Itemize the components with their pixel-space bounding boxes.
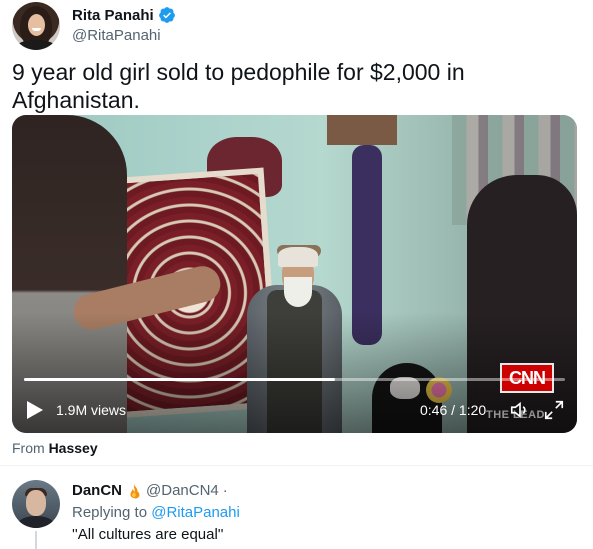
video-frame: [12, 115, 577, 433]
reply-avatar-face: [26, 490, 46, 516]
video-progress-fill: [24, 378, 336, 381]
tweet-text: 9 year old girl sold to pedophile for $2…: [12, 59, 465, 113]
avatar-face: [28, 14, 45, 36]
from-source-link[interactable]: Hassey: [49, 440, 98, 456]
reply-handle[interactable]: @DanCN4: [146, 482, 219, 499]
reply-header: DanCN @DanCN4 ·: [72, 482, 228, 499]
video-player[interactable]: CNN THE LEAD 1.9M views 0:46 / 1:20: [12, 115, 577, 433]
verified-badge-icon: [158, 7, 175, 23]
fire-emoji-icon: [130, 483, 140, 498]
replying-prefix: Replying to: [72, 504, 148, 521]
from-prefix: From: [12, 440, 45, 456]
replying-to-link[interactable]: @RitaPanahi: [151, 504, 240, 521]
avatar-shoulder: [16, 40, 56, 50]
reply-separator: ·: [222, 482, 228, 499]
replying-to-line: Replying to @RitaPanahi: [72, 504, 240, 521]
author-name-line: Rita Panahi: [72, 6, 176, 24]
author-avatar[interactable]: [12, 2, 60, 50]
video-progress-bar[interactable]: [24, 378, 565, 381]
video-source: From Hassey: [12, 440, 98, 456]
reply-avatar-body: [18, 516, 54, 528]
reply-avatar[interactable]: [12, 480, 60, 528]
fullscreen-icon[interactable]: [543, 399, 565, 421]
thread-line: [35, 531, 37, 549]
reply-text: ''All cultures are equal'': [72, 526, 224, 543]
video-time: 0:46 / 1:20: [420, 402, 487, 418]
author-display-name[interactable]: Rita Panahi: [72, 7, 154, 24]
volume-icon[interactable]: [509, 399, 531, 421]
video-vignette: [12, 115, 577, 433]
video-views: 1.9M views: [56, 402, 127, 418]
play-icon[interactable]: [26, 400, 44, 420]
reply-display-name[interactable]: DanCN: [72, 482, 122, 499]
tweet-divider: [0, 465, 593, 466]
author-handle[interactable]: @RitaPanahi: [72, 27, 161, 44]
